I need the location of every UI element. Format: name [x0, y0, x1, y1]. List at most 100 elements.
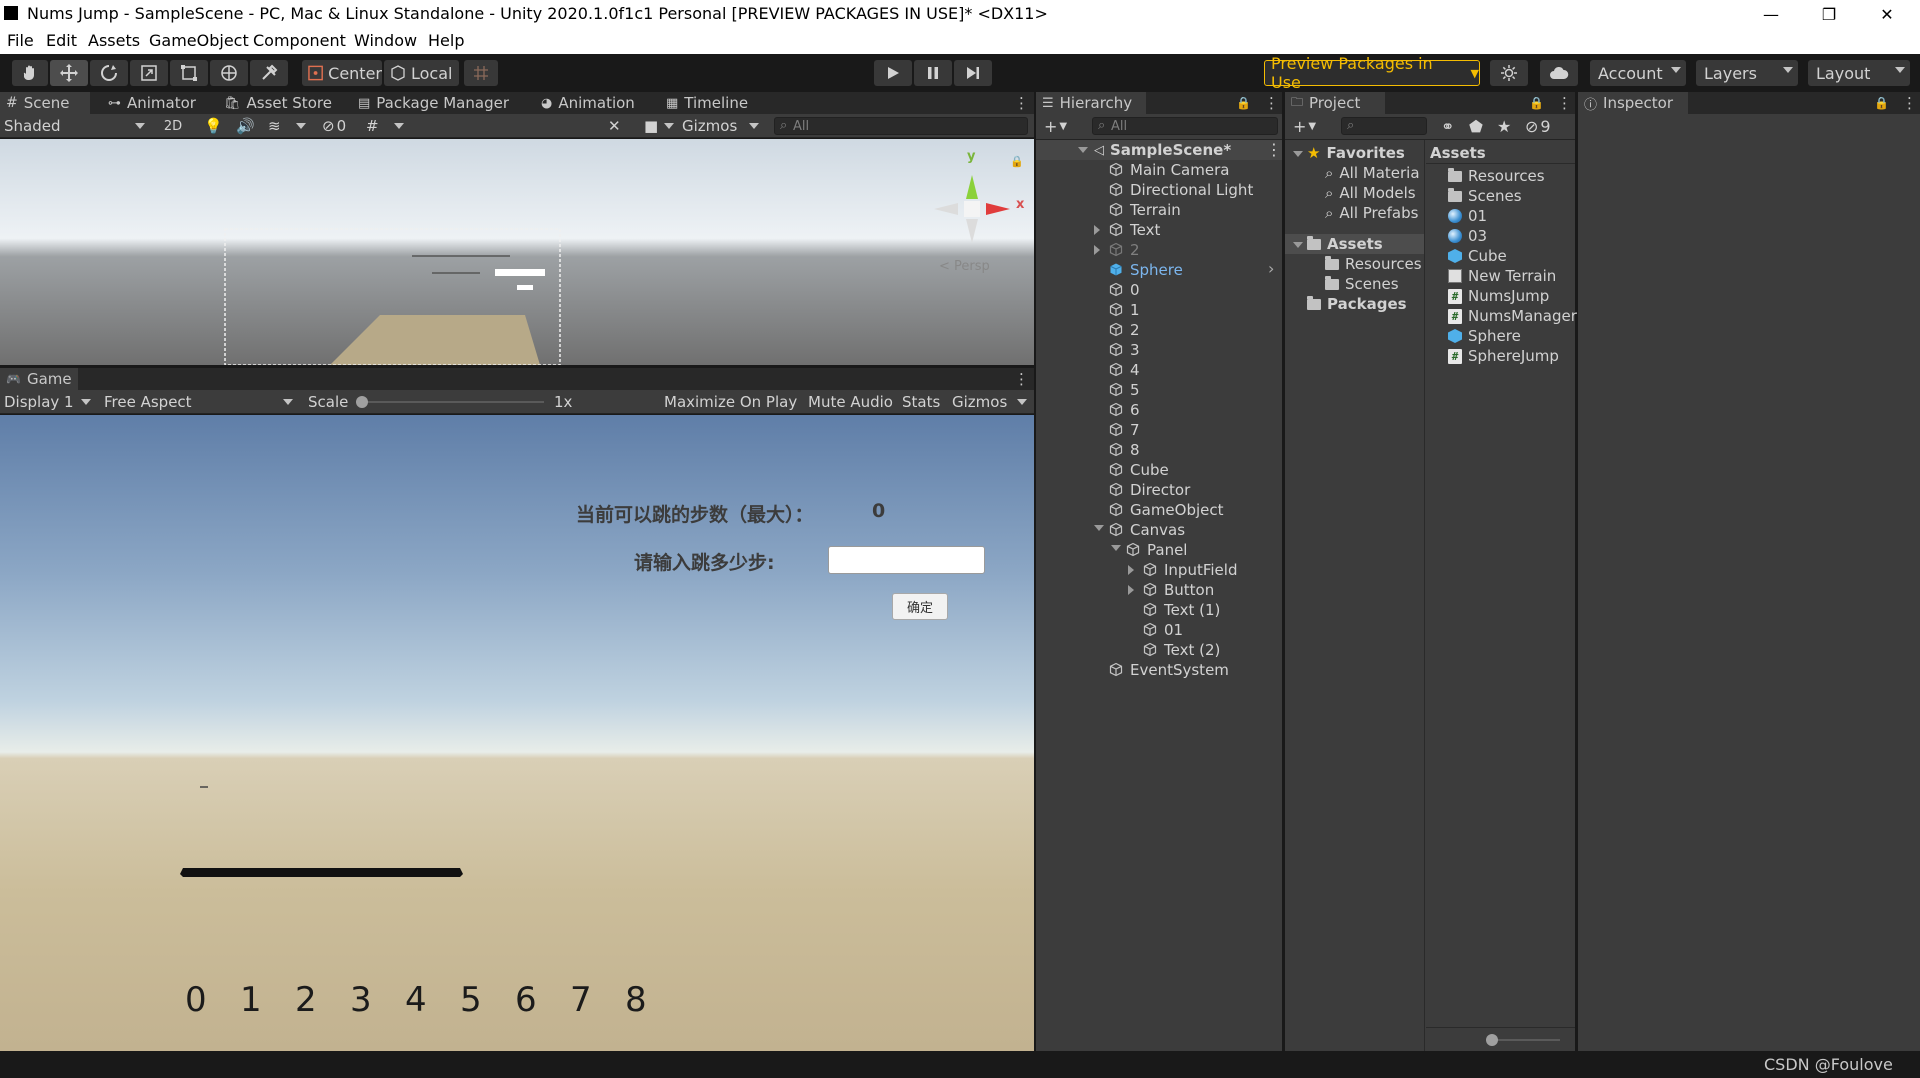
tab-scene[interactable]: # Scene: [0, 92, 90, 114]
search-by-type-icon[interactable]: ⚭: [1437, 116, 1459, 136]
account-dropdown[interactable]: Account: [1590, 60, 1686, 86]
cloud-button[interactable]: [1540, 60, 1578, 86]
hierarchy-item[interactable]: GameObject: [1108, 500, 1224, 520]
expand-arrow-icon[interactable]: [1293, 151, 1303, 157]
pivot-center-toggle[interactable]: Center: [302, 60, 382, 86]
aspect-dropdown[interactable]: Free Aspect: [100, 392, 298, 412]
asset-material-01[interactable]: 01: [1448, 206, 1487, 226]
scene-gizmos-dropdown[interactable]: Gizmos: [678, 116, 764, 136]
menu-gameobject[interactable]: GameObject: [149, 31, 249, 50]
expand-arrow-icon[interactable]: [1128, 585, 1134, 595]
create-button[interactable]: + ▼: [1040, 116, 1074, 136]
tab-animator[interactable]: ⊶ Animator: [102, 92, 202, 114]
hidden-packages-toggle[interactable]: ⊘ 9: [1521, 116, 1569, 136]
hierarchy-item[interactable]: 7: [1108, 420, 1140, 440]
hierarchy-item[interactable]: 8: [1108, 440, 1140, 460]
packages-folder[interactable]: Packages: [1307, 294, 1407, 314]
favorite-star-icon[interactable]: ★: [1493, 116, 1515, 136]
hierarchy-item[interactable]: Cube: [1108, 460, 1169, 480]
effects-toggle-icon[interactable]: ≋: [264, 116, 310, 136]
hierarchy-item[interactable]: 2: [1108, 320, 1140, 340]
transform-tool-button[interactable]: [210, 60, 248, 86]
tab-timeline[interactable]: ▦ Timeline: [660, 92, 754, 114]
menu-window[interactable]: Window: [354, 31, 417, 50]
menu-help[interactable]: Help: [428, 31, 464, 50]
services-button[interactable]: [1490, 60, 1528, 86]
hierarchy-item[interactable]: 0: [1108, 280, 1140, 300]
hierarchy-item[interactable]: Sphere: [1108, 260, 1183, 280]
panel-menu-icon[interactable]: ⋮: [1008, 368, 1035, 390]
camera-icon[interactable]: ■: [640, 116, 676, 136]
create-button[interactable]: + ▼: [1289, 116, 1323, 136]
scene-name[interactable]: ◁ SampleScene*: [1094, 140, 1231, 160]
2d-toggle[interactable]: 2D: [158, 116, 188, 136]
collapse-arrow-icon[interactable]: [1111, 545, 1121, 551]
tab-package-manager[interactable]: ▤ Package Manager: [352, 92, 515, 114]
hierarchy-item[interactable]: Terrain: [1108, 200, 1181, 220]
perspective-label[interactable]: < Persp: [939, 259, 990, 274]
icon-size-slider-handle[interactable]: [1486, 1034, 1498, 1046]
tools-icon[interactable]: ✕: [604, 116, 628, 136]
mute-audio-toggle[interactable]: Mute Audio: [804, 392, 893, 412]
hierarchy-item[interactable]: 1: [1108, 300, 1140, 320]
layout-dropdown[interactable]: Layout: [1808, 60, 1910, 86]
steps-input-field[interactable]: [828, 546, 985, 574]
play-button[interactable]: [874, 60, 912, 86]
hierarchy-item[interactable]: 01: [1142, 620, 1183, 640]
hierarchy-item[interactable]: Panel: [1125, 540, 1187, 560]
layers-dropdown[interactable]: Layers: [1696, 60, 1798, 86]
minimize-button[interactable]: —: [1742, 0, 1800, 28]
hierarchy-item[interactable]: Directional Light: [1108, 180, 1253, 200]
hidden-objects-toggle[interactable]: ⊘ 0: [318, 116, 358, 136]
menu-component[interactable]: Component: [253, 31, 346, 50]
scene-viewport[interactable]: y x 🔒 < Persp: [0, 139, 1034, 365]
folder-resources[interactable]: Resources: [1325, 254, 1422, 274]
hierarchy-item[interactable]: 2: [1108, 240, 1140, 260]
expand-arrow-icon[interactable]: [1094, 245, 1100, 255]
tab-project[interactable]: 🗀 Project: [1285, 92, 1385, 114]
menu-edit[interactable]: Edit: [46, 31, 77, 50]
pivot-local-toggle[interactable]: Local: [384, 60, 459, 86]
hierarchy-item[interactable]: 3: [1108, 340, 1140, 360]
pause-button[interactable]: [914, 60, 952, 86]
icon-size-slider[interactable]: [1490, 1039, 1560, 1041]
rect-tool-button[interactable]: [170, 60, 208, 86]
panel-menu-icon[interactable]: ⋮: [1896, 92, 1920, 114]
scale-slider-handle[interactable]: [356, 396, 368, 408]
hierarchy-item[interactable]: Main Camera: [1108, 160, 1229, 180]
tab-asset-store[interactable]: 🛍 Asset Store: [218, 92, 338, 114]
panel-menu-icon[interactable]: ⋮: [1258, 92, 1285, 114]
hierarchy-item[interactable]: Director: [1108, 480, 1190, 500]
panel-menu-icon[interactable]: ⋮: [1008, 92, 1035, 114]
hierarchy-item[interactable]: Text: [1108, 220, 1160, 240]
project-search-input[interactable]: ⌕: [1341, 117, 1427, 135]
lock-icon[interactable]: 🔒: [1868, 92, 1895, 114]
shading-mode-dropdown[interactable]: Shaded: [0, 116, 150, 136]
scene-menu-icon[interactable]: ⋮: [1266, 140, 1282, 159]
menu-file[interactable]: File: [7, 31, 34, 50]
scale-slider[interactable]: [360, 401, 544, 403]
maximize-button[interactable]: ❐: [1800, 0, 1858, 28]
hierarchy-item[interactable]: Text (1): [1142, 600, 1220, 620]
folder-scenes[interactable]: Scenes: [1325, 274, 1399, 294]
hierarchy-item[interactable]: Button: [1142, 580, 1214, 600]
search-by-label-icon[interactable]: ⬟: [1465, 116, 1487, 136]
asset-script-numsjump[interactable]: # NumsJump: [1448, 286, 1549, 306]
hand-tool-button[interactable]: [12, 60, 48, 86]
hierarchy-item[interactable]: Canvas: [1108, 520, 1185, 540]
tab-game[interactable]: 🎮 Game: [0, 368, 78, 390]
favorite-all-materials[interactable]: ⌕ All Materia: [1325, 163, 1420, 183]
panel-menu-icon[interactable]: ⋮: [1551, 92, 1578, 114]
hierarchy-item[interactable]: 5: [1108, 380, 1140, 400]
lock-icon[interactable]: 🔒: [1010, 155, 1024, 168]
asset-script-spherejump[interactable]: # SphereJump: [1448, 346, 1559, 366]
asset-script-numsmanager[interactable]: # NumsManager: [1448, 306, 1577, 326]
game-viewport[interactable]: 当前可以跳的步数（最大）： 0 请输入跳多少步: 确定 0 1 2 3 4 5 …: [0, 415, 1034, 1051]
custom-tool-button[interactable]: [250, 60, 288, 86]
expand-arrow-icon[interactable]: [1128, 565, 1134, 575]
menu-assets[interactable]: Assets: [88, 31, 140, 50]
preview-packages-button[interactable]: Preview Packages in Use ▼: [1264, 54, 1480, 92]
expand-arrow-icon[interactable]: [1094, 225, 1100, 235]
rotate-tool-button[interactable]: [90, 60, 128, 86]
favorite-all-models[interactable]: ⌕ All Models: [1325, 183, 1416, 203]
